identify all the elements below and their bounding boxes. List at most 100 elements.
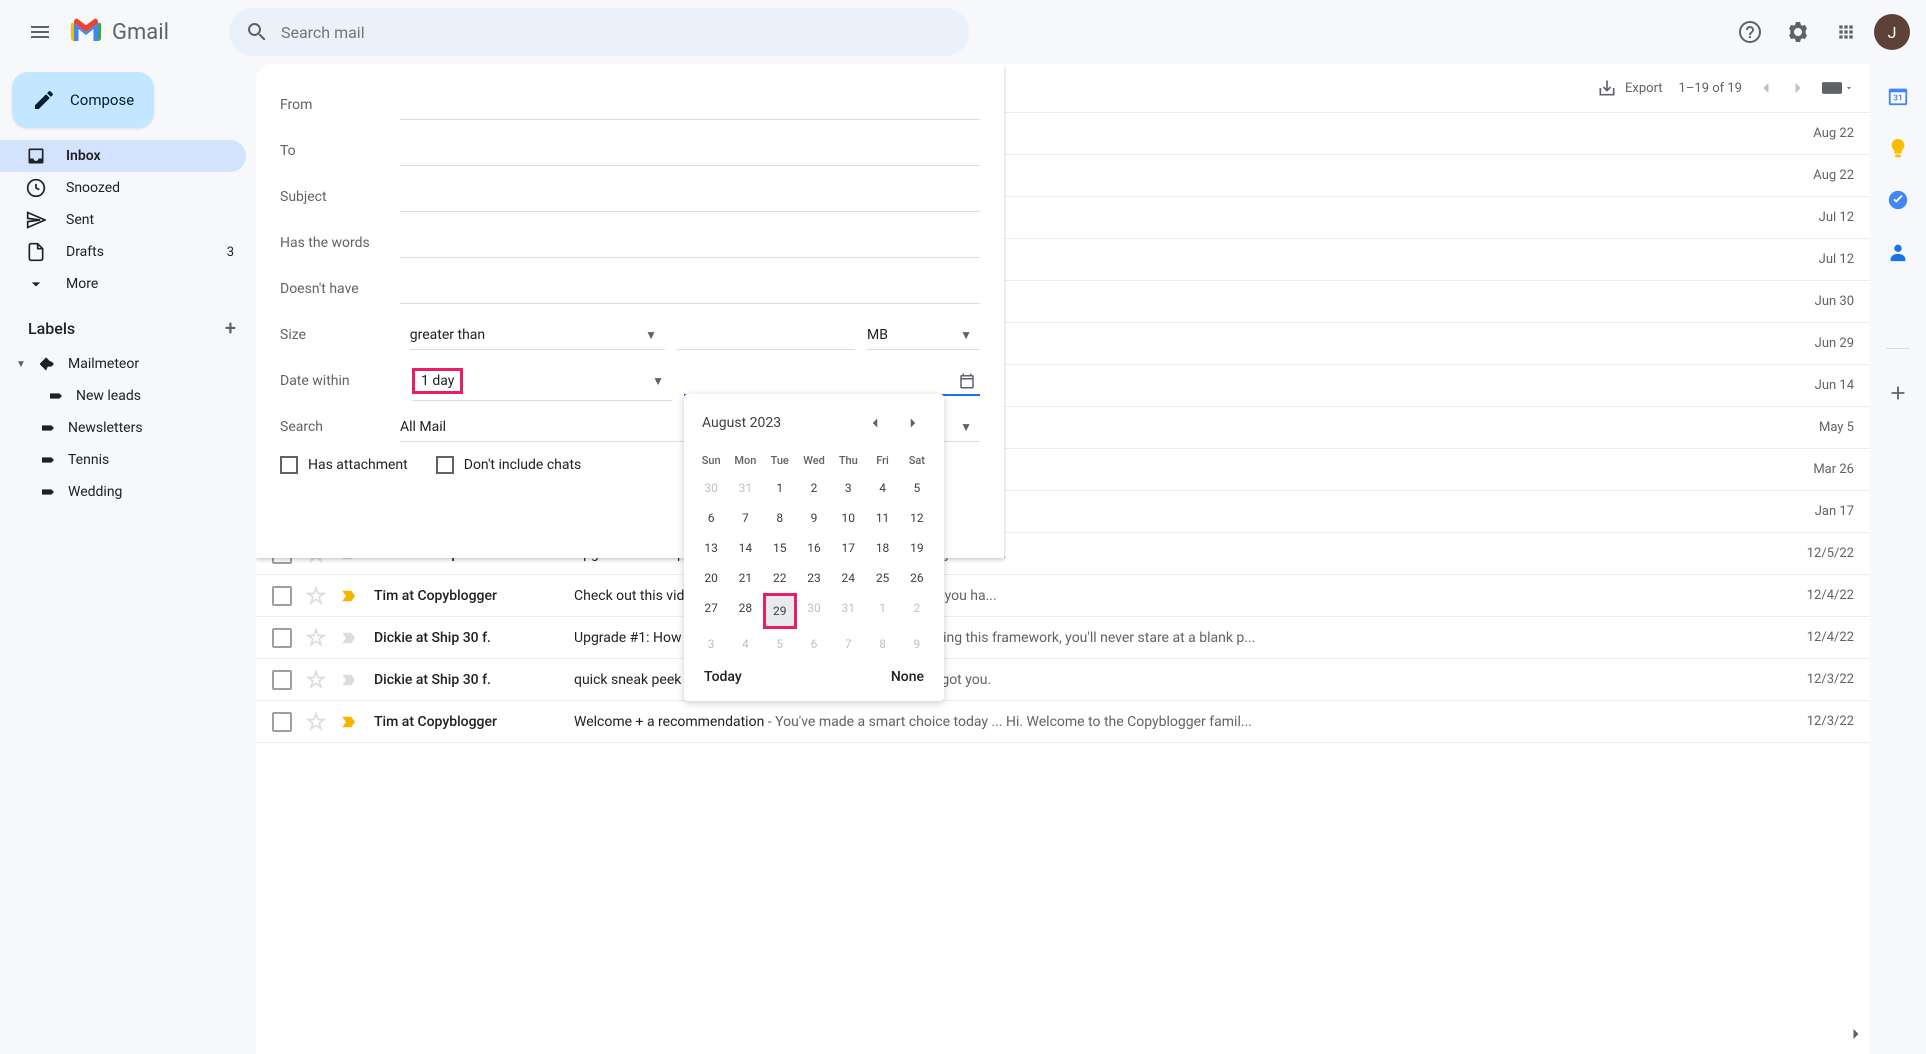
gmail-logo[interactable]: Gmail [68,14,169,50]
search-bar[interactable] [229,8,969,56]
date-input[interactable] [684,366,980,396]
input-mode-icon[interactable] [1822,82,1854,94]
calendar-day[interactable]: 7 [831,629,865,659]
email-checkbox[interactable] [272,712,292,732]
calendar-day[interactable]: 27 [694,593,728,629]
sidebar-item-drafts[interactable]: Drafts 3 [0,236,246,268]
expand-panel-icon[interactable] [1846,1024,1866,1044]
calendar-icon[interactable] [958,372,976,390]
size-unit-select[interactable]: MB▼ [867,321,980,350]
calendar-day[interactable]: 2 [797,473,831,503]
calendar-day[interactable]: 26 [900,563,934,593]
important-icon[interactable] [340,671,360,689]
label-mailmeteor[interactable]: ▼ Mailmeteor [0,348,256,380]
calendar-day[interactable]: 25 [865,563,899,593]
avatar[interactable]: J [1874,14,1910,50]
size-operator-select[interactable]: greater than▼ [410,321,665,350]
export-button[interactable]: Export [1597,78,1663,98]
add-label-icon[interactable]: + [225,316,236,340]
calendar-none-button[interactable]: None [891,669,924,685]
calendar-day[interactable]: 3 [831,473,865,503]
calendar-day[interactable]: 8 [865,629,899,659]
add-addon-icon[interactable] [1886,381,1910,405]
calendar-day[interactable]: 6 [797,629,831,659]
label-new-leads[interactable]: New leads [0,380,256,412]
has-words-input[interactable] [400,229,980,258]
calendar-day[interactable]: 4 [728,629,762,659]
pager-prev-icon[interactable] [1752,74,1780,102]
email-row[interactable]: Tim at Copyblogger Welcome + a recommend… [256,701,1870,743]
important-icon[interactable] [340,713,360,731]
size-value-input[interactable] [677,321,855,350]
label-newsletters[interactable]: Newsletters [0,412,256,444]
date-within-select[interactable]: 1 day▼ [412,362,672,401]
from-input[interactable] [400,91,980,120]
calendar-day[interactable]: 24 [831,563,865,593]
calendar-day[interactable]: 5 [900,473,934,503]
email-checkbox[interactable] [272,586,292,606]
settings-icon[interactable] [1778,12,1818,52]
search-input[interactable] [281,23,953,42]
email-row[interactable]: Tim at Copyblogger Check out this vidn h… [256,575,1870,617]
calendar-day[interactable]: 11 [865,503,899,533]
keep-app-icon[interactable] [1886,136,1910,160]
calendar-day[interactable]: 23 [797,563,831,593]
calendar-day[interactable]: 14 [728,533,762,563]
has-attachment-checkbox[interactable]: Has attachment [280,456,408,474]
calendar-day[interactable]: 7 [728,503,762,533]
calendar-day[interactable]: 20 [694,563,728,593]
calendar-day[interactable]: 13 [694,533,728,563]
calendar-day[interactable]: 30 [694,473,728,503]
sidebar-item-more[interactable]: More [0,268,246,300]
calendar-day[interactable]: 1 [763,473,797,503]
compose-button[interactable]: Compose [12,72,154,128]
calendar-day[interactable]: 2 [900,593,934,629]
email-checkbox[interactable] [272,628,292,648]
important-icon[interactable] [340,629,360,647]
calendar-day[interactable]: 31 [728,473,762,503]
calendar-day[interactable]: 30 [797,593,831,629]
calendar-day[interactable]: 16 [797,533,831,563]
calendar-day[interactable]: 22 [763,563,797,593]
calendar-day[interactable]: 3 [694,629,728,659]
calendar-day[interactable]: 10 [831,503,865,533]
calendar-day[interactable]: 1 [865,593,899,629]
label-wedding[interactable]: Wedding [0,476,256,508]
calendar-day[interactable]: 18 [865,533,899,563]
calendar-day[interactable]: 8 [763,503,797,533]
tasks-app-icon[interactable] [1886,188,1910,212]
pager-next-icon[interactable] [1784,74,1812,102]
calendar-day[interactable]: 21 [728,563,762,593]
dont-include-chats-checkbox[interactable]: Don't include chats [436,456,582,474]
calendar-day[interactable]: 4 [865,473,899,503]
star-icon[interactable] [306,712,326,732]
calendar-day[interactable]: 28 [728,593,762,629]
calendar-day[interactable]: 19 [900,533,934,563]
calendar-day[interactable]: 17 [831,533,865,563]
calendar-day[interactable]: 5 [763,629,797,659]
email-row[interactable]: Dickie at Ship 30 f. Upgrade #1: How To … [256,617,1870,659]
contacts-app-icon[interactable] [1886,240,1910,264]
label-tennis[interactable]: Tennis [0,444,256,476]
doesnt-have-input[interactable] [400,275,980,304]
calendar-day[interactable]: 9 [900,629,934,659]
calendar-prev-icon[interactable] [862,410,888,436]
sidebar-item-sent[interactable]: Sent [0,204,246,236]
email-checkbox[interactable] [272,670,292,690]
star-icon[interactable] [306,586,326,606]
calendar-day[interactable]: 15 [763,533,797,563]
sidebar-item-inbox[interactable]: Inbox [0,140,246,172]
calendar-today-button[interactable]: Today [704,669,742,685]
help-icon[interactable] [1730,12,1770,52]
hamburger-menu-icon[interactable] [16,8,64,56]
subject-input[interactable] [400,183,980,212]
email-row[interactable]: Dickie at Ship 30 f. quick sneak peek fo… [256,659,1870,701]
important-icon[interactable] [340,587,360,605]
star-icon[interactable] [306,670,326,690]
calendar-next-icon[interactable] [900,410,926,436]
calendar-day[interactable]: 31 [831,593,865,629]
addon-icon[interactable] [1886,292,1910,316]
calendar-day[interactable]: 12 [900,503,934,533]
star-icon[interactable] [306,628,326,648]
calendar-app-icon[interactable]: 31 [1886,84,1910,108]
